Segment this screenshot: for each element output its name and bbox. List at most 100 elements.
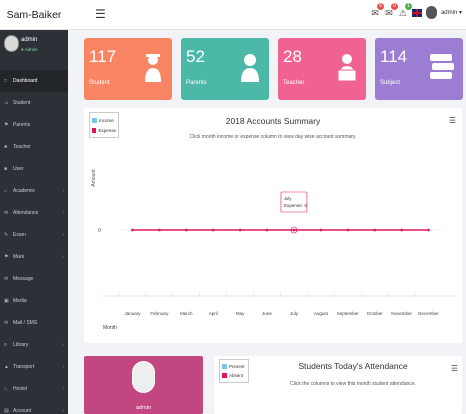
- data-point-expense-1: [158, 228, 161, 232]
- exam-icon: ✎: [4, 232, 9, 238]
- legend-label: Expense: [98, 127, 116, 133]
- profile-card-avatar: [132, 361, 155, 393]
- media-icon: ▣: [4, 298, 9, 304]
- alert-icon[interactable]: ✉ 0: [384, 2, 398, 19]
- chevron-left-icon: ‹: [62, 210, 64, 216]
- notification-icon[interactable]: ✉ 6: [370, 2, 384, 19]
- chart-title: 2018 Accounts Summary: [225, 116, 321, 126]
- sidebar-item-hostel[interactable]: ⌂ Hostel ‹: [0, 378, 68, 400]
- user-icon: [241, 54, 259, 82]
- stat-card-subject[interactable]: 114 Subject: [375, 38, 463, 100]
- data-point-expense-5: [265, 228, 269, 232]
- sidebar-item-label: Library: [13, 342, 29, 348]
- chart-menu-icon[interactable]: ☰: [449, 116, 456, 125]
- language-flag-icon[interactable]: [411, 8, 422, 17]
- mail-icon: ✉: [4, 320, 9, 326]
- data-point-expense-3: [211, 228, 215, 232]
- sidebar-item-parents[interactable]: ⚑ Parents: [0, 114, 68, 136]
- accounts-summary-chart: Amount 0 January February March April May June J…: [91, 169, 454, 331]
- stat-label: Parents: [186, 80, 207, 86]
- x-tick-label: October: [367, 311, 384, 316]
- sidebar-item-label: Parents: [13, 122, 31, 128]
- sidebar-item-label: Mark: [13, 254, 25, 260]
- sidebar-item-library[interactable]: ≡ Library ‹: [0, 334, 68, 356]
- data-point-expense-4: [238, 228, 242, 232]
- sidebar-item-label: Exam: [13, 232, 26, 238]
- stat-value: 28: [283, 47, 302, 66]
- profile-name: admin: [21, 37, 38, 43]
- hostel-icon: ⌂: [4, 386, 8, 392]
- sidebar-item-mail-sms[interactable]: ✉ Mail / SMS: [0, 312, 68, 334]
- attendance-icon: ✉: [4, 210, 9, 216]
- legend-item-absent[interactable]: Absent: [222, 371, 246, 380]
- teacher-icon: [337, 54, 357, 82]
- x-tick-label: April: [209, 311, 218, 316]
- x-axis-label: Month: [103, 325, 117, 331]
- attendance-menu-icon[interactable]: ☰: [451, 364, 458, 373]
- graduate-icon: [145, 54, 161, 82]
- sidebar-item-label: Student: [13, 100, 31, 106]
- legend-label: Absent: [229, 373, 244, 378]
- account-icon: ▤: [4, 408, 9, 414]
- menu-toggle-icon[interactable]: ☰: [95, 7, 106, 21]
- stat-value: 114: [380, 47, 408, 66]
- y-axis-label: Amount: [91, 169, 97, 187]
- sidebar-item-mark[interactable]: ⚑ Mark ‹: [0, 246, 68, 268]
- chevron-left-icon: ‹: [62, 386, 64, 392]
- teacher-icon: ♣: [4, 144, 8, 150]
- chevron-left-icon: ‹: [62, 254, 64, 260]
- stat-card-parents[interactable]: 52 Parents: [181, 38, 269, 100]
- sidebar-item-attendance[interactable]: ✉ Attendance ‹: [0, 202, 68, 224]
- notification-badge: 6: [376, 2, 384, 10]
- brand-logo[interactable]: Sam-Baiker: [0, 0, 68, 30]
- x-tick-label: February: [150, 311, 169, 316]
- sidebar-item-exam[interactable]: ✎ Exam ‹: [0, 224, 68, 246]
- sidebar-item-label: Message: [13, 276, 34, 282]
- dashboard-icon: □: [4, 78, 8, 84]
- x-tick-label: November: [391, 311, 412, 316]
- sidebar-item-student[interactable]: ☺ Student: [0, 92, 68, 114]
- stat-card-teacher[interactable]: 28 Teacher: [278, 38, 366, 100]
- sidebar-profile: admin ● Admin: [0, 30, 68, 70]
- chevron-left-icon: ‹: [62, 232, 64, 238]
- stat-label: Subject: [380, 80, 401, 86]
- x-tick-label: December: [418, 311, 439, 316]
- stat-card-student[interactable]: 117 Student: [84, 38, 172, 100]
- sidebar-item-teacher[interactable]: ♣ Teacher: [0, 136, 68, 158]
- sidebar-item-academic[interactable]: ⌂ Academic ‹: [0, 180, 68, 202]
- sidebar-item-label: Attendance: [13, 210, 39, 216]
- sidebar-item-label: Hostel: [13, 386, 28, 392]
- books-icon: [430, 54, 454, 79]
- attendance-subtitle: Click the columns to view this month stu…: [290, 381, 416, 387]
- x-tick-label: June: [262, 311, 272, 316]
- y-tick-label: 0: [98, 228, 101, 234]
- mark-icon: ⚑: [4, 254, 9, 260]
- x-tick-label: August: [314, 311, 329, 316]
- sidebar-item-media[interactable]: ▣ Media: [0, 290, 68, 312]
- user-avatar[interactable]: [425, 6, 437, 19]
- chevron-left-icon: ‹: [62, 364, 64, 370]
- data-point-expense-10: [400, 228, 403, 232]
- topbar-actions: ✉ 6 ✉ 0 ⚠ 1 admin ▾: [370, 2, 462, 19]
- sidebar-item-label: Transport: [13, 364, 35, 370]
- chart-tooltip: [280, 191, 308, 213]
- message-badge: 1: [404, 2, 412, 10]
- parents-icon: ⚑: [4, 122, 9, 128]
- sidebar-item-account[interactable]: ▤ Account ‹: [0, 400, 68, 414]
- attendance-title: Students Today's Attendance: [298, 361, 408, 371]
- sidebar-menu: □ Dashboard ☺ Student ⚑ Parents ♣ Teacher ■ User ⌂…: [0, 70, 68, 414]
- data-point-expense-6: [292, 228, 296, 232]
- top-navbar: Sam-Baiker ☰ ✉ 6 ✉ 0 ⚠ 1 admin ▾: [0, 0, 466, 30]
- sidebar-item-dashboard[interactable]: □ Dashboard: [0, 70, 68, 92]
- sidebar-item-label: Dashboard: [13, 78, 38, 84]
- profile-card-name: admin: [136, 405, 151, 411]
- x-tick-label: January: [124, 311, 141, 316]
- profile-avatar: [4, 35, 19, 52]
- user-menu[interactable]: admin ▾: [441, 9, 462, 16]
- data-point-expense-11: [427, 228, 430, 232]
- sidebar-item-message[interactable]: ✉ Message: [0, 268, 68, 290]
- legend-swatch: [222, 373, 227, 378]
- sidebar-item-transport[interactable]: ▲ Transport ‹: [0, 356, 68, 378]
- sidebar-item-user[interactable]: ■ User: [0, 158, 68, 180]
- message-icon[interactable]: ⚠ 1: [398, 2, 412, 19]
